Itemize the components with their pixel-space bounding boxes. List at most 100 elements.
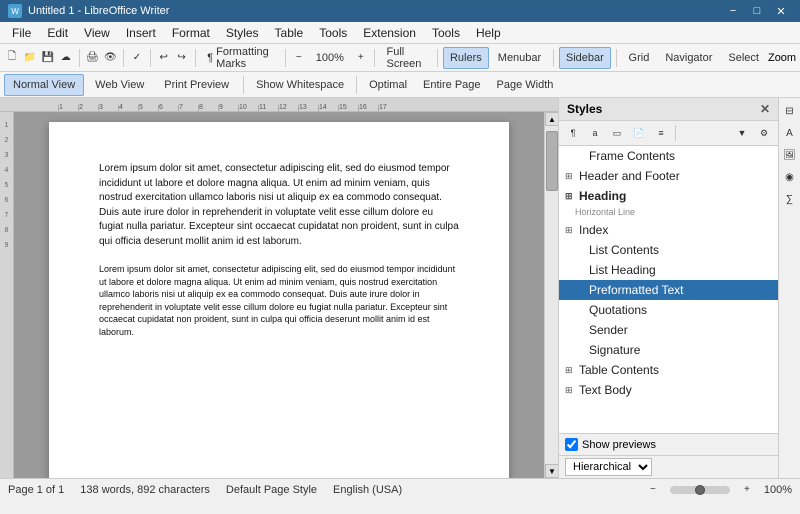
document-scroll[interactable]: Lorem ipsum dolor sit amet, consectetur … (14, 112, 544, 478)
minimize-button[interactable]: − (722, 0, 744, 22)
app-icon: W (8, 4, 22, 18)
style-quotations[interactable]: Quotations (559, 300, 778, 320)
menu-view[interactable]: View (76, 22, 118, 43)
style-list-contents[interactable]: List Contents (559, 240, 778, 260)
select-button[interactable]: Select (721, 47, 766, 69)
styles-dropdown[interactable]: Hierarchical (565, 458, 652, 476)
sidebar-title: Styles (567, 102, 602, 116)
show-previews-checkbox[interactable] (565, 438, 578, 451)
save-button[interactable]: 💾 (40, 47, 56, 69)
zoom-level[interactable]: 100% (309, 47, 351, 69)
main-area: 1 2 3 4 5 6 7 8 9 10 11 12 13 14 15 16 1… (0, 98, 800, 478)
style-heading[interactable]: ⊞ Heading (559, 186, 778, 206)
grid-button[interactable]: Grid (622, 47, 657, 69)
zoom-out-status-button[interactable]: − (642, 479, 664, 501)
menu-extension[interactable]: Extension (355, 22, 424, 43)
style-preformatted-text[interactable]: Preformatted Text (559, 280, 778, 300)
menu-format[interactable]: Format (164, 22, 218, 43)
scroll-down-button[interactable]: ▼ (545, 464, 558, 478)
zoom-out-button[interactable]: − (291, 47, 307, 69)
style-sender[interactable]: Sender (559, 320, 778, 340)
scroll-up-button[interactable]: ▲ (545, 112, 558, 126)
zoom-in-status-button[interactable]: + (736, 479, 758, 501)
scroll-track[interactable] (545, 126, 558, 464)
print-preview-button[interactable]: Print Preview (155, 74, 238, 96)
language: English (USA) (333, 484, 402, 496)
menu-tools[interactable]: Tools (311, 22, 355, 43)
status-bar: Page 1 of 1 138 words, 892 characters De… (0, 478, 800, 500)
paragraph-1[interactable]: Lorem ipsum dolor sit amet, consectetur … (99, 162, 459, 249)
zoom-in-button[interactable]: + (353, 47, 369, 69)
styles-icon-button[interactable]: A (781, 124, 799, 142)
show-previews-label: Show previews (582, 439, 656, 451)
gallery-icon-button[interactable]: 🖼 (781, 146, 799, 164)
list-styles-button[interactable]: ≡ (651, 124, 671, 142)
menu-bar: File Edit View Insert Format Styles Tabl… (0, 22, 800, 44)
character-styles-button[interactable]: a (585, 124, 605, 142)
menu-edit[interactable]: Edit (39, 22, 76, 43)
view-label: Zoom (768, 52, 796, 64)
styles-list: Frame Contents ⊞ Header and Footer ⊞ Hea… (559, 146, 778, 433)
print-button[interactable]: 🖨 (84, 47, 100, 69)
menu-table[interactable]: Table (267, 22, 312, 43)
navigator-side-button[interactable]: ◉ (781, 168, 799, 186)
menu-styles[interactable]: Styles (218, 22, 267, 43)
new-button[interactable]: 🗋 (4, 47, 20, 69)
sidebar-close-button[interactable]: ✕ (760, 102, 770, 116)
page-info: Page 1 of 1 (8, 484, 64, 496)
style-index[interactable]: ⊞ Index (559, 220, 778, 240)
sidebar-button[interactable]: Sidebar (559, 47, 611, 69)
page-styles-button[interactable]: 📄 (629, 124, 649, 142)
show-whitespace-button[interactable]: Show Whitespace (249, 74, 351, 96)
styles-sidebar: Styles ✕ ¶ a ▭ 📄 ≡ ▼ ⚙ Frame Contents ⊞ … (558, 98, 778, 478)
maximize-button[interactable]: □ (746, 0, 768, 22)
normal-view-button[interactable]: Normal View (4, 74, 84, 96)
undo-button[interactable]: ↩ (156, 47, 172, 69)
close-button[interactable]: ✕ (770, 0, 792, 22)
menu-tools2[interactable]: Tools (424, 22, 468, 43)
functions-icon-button[interactable]: ∑ (781, 190, 799, 208)
expand-icon: ⊞ (565, 171, 575, 182)
menubar-button[interactable]: Menubar (491, 47, 548, 69)
style-signature[interactable]: Signature (559, 340, 778, 360)
paragraph-2[interactable]: Lorem ipsum dolor sit amet, consectetur … (99, 263, 459, 339)
style-list-heading[interactable]: List Heading (559, 260, 778, 280)
horizontal-ruler: 1 2 3 4 5 6 7 8 9 10 11 12 13 14 15 16 1… (0, 98, 558, 112)
style-text-body[interactable]: ⊞ Text Body (559, 380, 778, 400)
expand-icon-tc: ⊞ (565, 365, 575, 376)
redo-button[interactable]: ↪ (174, 47, 190, 69)
main-toolbar: 🗋 📁 💾 ☁ 🖨 👁 ✓ ↩ ↪ ¶ Formatting Marks − 1… (0, 44, 800, 72)
styles-settings-button[interactable]: ⚙ (754, 124, 774, 142)
optimal-button[interactable]: Optimal (362, 74, 414, 96)
formatting-marks-button[interactable]: ¶ Formatting Marks (200, 47, 280, 69)
menu-insert[interactable]: Insert (118, 22, 164, 43)
web-view-button[interactable]: Web View (86, 74, 153, 96)
paragraph-styles-button[interactable]: ¶ (563, 124, 583, 142)
page-width-button[interactable]: Page Width (490, 74, 561, 96)
entire-page-button[interactable]: Entire Page (416, 74, 487, 96)
print-preview-tb-button[interactable]: 👁 (102, 47, 118, 69)
vertical-ruler: 1 2 3 4 5 6 7 8 9 (0, 112, 14, 478)
page-style: Default Page Style (226, 484, 317, 496)
zoom-slider[interactable] (670, 486, 730, 494)
full-screen-button[interactable]: Full Screen (380, 47, 433, 69)
sidebar-header: Styles ✕ (559, 98, 778, 121)
vertical-scrollbar[interactable]: ▲ ▼ (544, 112, 558, 478)
open-button[interactable]: 📁 (22, 47, 38, 69)
save-remote-button[interactable]: ☁ (58, 47, 74, 69)
frame-styles-button[interactable]: ▭ (607, 124, 627, 142)
properties-icon-button[interactable]: ⊟ (781, 102, 799, 120)
document-page[interactable]: Lorem ipsum dolor sit amet, consectetur … (49, 122, 509, 478)
rulers-button[interactable]: Rulers (443, 47, 489, 69)
style-frame-contents[interactable]: Frame Contents (559, 146, 778, 166)
expand-icon-heading: ⊞ (565, 191, 575, 202)
zoom-thumb[interactable] (695, 485, 705, 495)
styles-menu-button[interactable]: ▼ (732, 124, 752, 142)
menu-file[interactable]: File (4, 22, 39, 43)
spell-check-button[interactable]: ✓ (129, 47, 145, 69)
style-header-footer[interactable]: ⊞ Header and Footer (559, 166, 778, 186)
scroll-thumb[interactable] (546, 131, 558, 191)
menu-help[interactable]: Help (468, 22, 509, 43)
style-table-contents[interactable]: ⊞ Table Contents (559, 360, 778, 380)
navigator-button[interactable]: Navigator (658, 47, 719, 69)
